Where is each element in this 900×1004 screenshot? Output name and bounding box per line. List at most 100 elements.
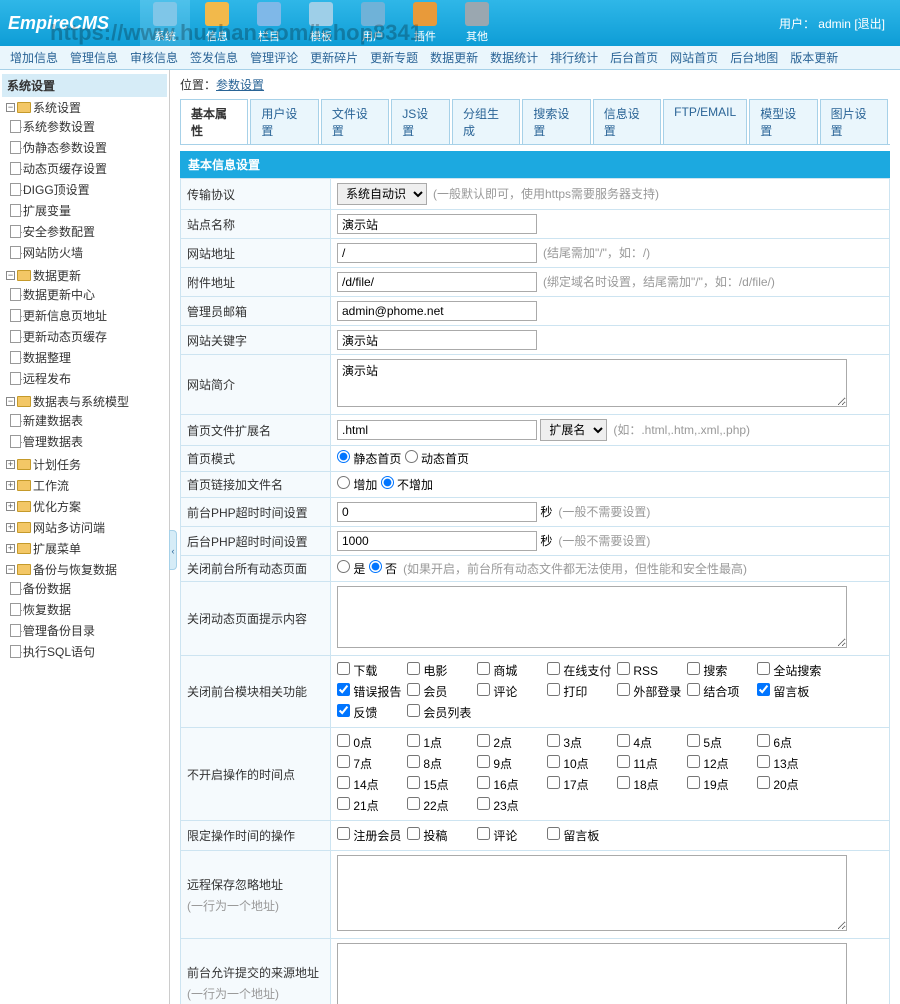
logout-link[interactable]: [退出] <box>854 17 885 31</box>
cb-mod-错误报告[interactable] <box>337 683 350 696</box>
tree-leaf-DIGG顶设置[interactable]: DIGG顶设置 <box>10 181 167 198</box>
cb-hour-1[interactable] <box>407 734 420 747</box>
secbar-后台地图[interactable]: 后台地图 <box>726 49 782 66</box>
secbar-增加信息[interactable]: 增加信息 <box>6 49 62 66</box>
tab-基本属性[interactable]: 基本属性 <box>180 99 248 144</box>
radio-yes[interactable] <box>337 560 350 573</box>
plus-icon[interactable]: + <box>6 460 15 469</box>
cb-mod-电影[interactable] <box>407 662 420 675</box>
cb-hour-10[interactable] <box>547 755 560 768</box>
cb-hour-2[interactable] <box>477 734 490 747</box>
secbar-排行统计[interactable]: 排行统计 <box>546 49 602 66</box>
cb-hour-21[interactable] <box>337 797 350 810</box>
tree-leaf-安全参数配置[interactable]: 安全参数配置 <box>10 223 167 240</box>
tab-文件设置[interactable]: 文件设置 <box>321 99 389 144</box>
tree-leaf-恢复数据[interactable]: 恢复数据 <box>10 601 167 618</box>
radio-static[interactable] <box>337 450 350 463</box>
secbar-版本更新[interactable]: 版本更新 <box>786 49 842 66</box>
cb-mod-反馈[interactable] <box>337 704 350 717</box>
tree-leaf-系统参数设置[interactable]: 系统参数设置 <box>10 118 167 135</box>
tab-JS设置[interactable]: JS设置 <box>391 99 450 144</box>
cb-mod-留言板[interactable] <box>757 683 770 696</box>
tree-leaf-伪静态参数设置[interactable]: 伪静态参数设置 <box>10 139 167 156</box>
cb-hour-15[interactable] <box>407 776 420 789</box>
input-sitename[interactable] <box>337 214 537 234</box>
secbar-数据统计[interactable]: 数据统计 <box>486 49 542 66</box>
top-icon-信息[interactable]: 信息 <box>192 0 242 48</box>
tree-group-数据更新[interactable]: −数据更新 <box>6 267 167 284</box>
cb-mod-下载[interactable] <box>337 662 350 675</box>
tree-group-扩展菜单[interactable]: +扩展菜单 <box>6 540 167 557</box>
cb-hour-12[interactable] <box>687 755 700 768</box>
cb-hour-7[interactable] <box>337 755 350 768</box>
user-name[interactable]: admin <box>818 17 851 31</box>
tree-leaf-更新信息页地址[interactable]: 更新信息页地址 <box>10 307 167 324</box>
cb-hour-0[interactable] <box>337 734 350 747</box>
tree-leaf-数据更新中心[interactable]: 数据更新中心 <box>10 286 167 303</box>
top-icon-插件[interactable]: 插件 <box>400 0 450 48</box>
tree-leaf-执行SQL语句[interactable]: 执行SQL语句 <box>10 643 167 660</box>
tree-leaf-远程发布[interactable]: 远程发布 <box>10 370 167 387</box>
cb-hour-23[interactable] <box>477 797 490 810</box>
tree-group-网站多访问端[interactable]: +网站多访问端 <box>6 519 167 536</box>
tree-group-工作流[interactable]: +工作流 <box>6 477 167 494</box>
cb-hour-13[interactable] <box>757 755 770 768</box>
textarea-intro[interactable]: 演示站 <box>337 359 847 407</box>
tree-group-系统设置[interactable]: −系统设置 <box>6 99 167 116</box>
tree-leaf-更新动态页缓存[interactable]: 更新动态页缓存 <box>10 328 167 345</box>
top-icon-用户[interactable]: 用户 <box>348 0 398 48</box>
tree-group-计划任务[interactable]: +计划任务 <box>6 456 167 473</box>
input-phptimef[interactable] <box>337 502 537 522</box>
tab-用户设置[interactable]: 用户设置 <box>250 99 318 144</box>
radio-dynamic[interactable] <box>405 450 418 463</box>
plus-icon[interactable]: + <box>6 481 15 490</box>
cb-hour-6[interactable] <box>757 734 770 747</box>
plus-icon[interactable]: + <box>6 523 15 532</box>
cb-hour-8[interactable] <box>407 755 420 768</box>
cb-limit-留言板[interactable] <box>547 827 560 840</box>
minus-icon[interactable]: − <box>6 103 15 112</box>
top-icon-系统[interactable]: 系统 <box>140 0 190 48</box>
cb-mod-搜索[interactable] <box>687 662 700 675</box>
cb-mod-会员[interactable] <box>407 683 420 696</box>
secbar-签发信息[interactable]: 签发信息 <box>186 49 242 66</box>
minus-icon[interactable]: − <box>6 397 15 406</box>
cb-hour-5[interactable] <box>687 734 700 747</box>
cb-mod-RSS[interactable] <box>617 662 630 675</box>
radio-no[interactable] <box>369 560 382 573</box>
cb-limit-评论[interactable] <box>477 827 490 840</box>
crumb-current[interactable]: 参数设置 <box>216 78 264 92</box>
cb-hour-11[interactable] <box>617 755 630 768</box>
select-indexext[interactable]: 扩展名 <box>540 419 607 441</box>
tree-group-数据表与系统模型[interactable]: −数据表与系统模型 <box>6 393 167 410</box>
input-fileurl[interactable] <box>337 272 537 292</box>
cb-hour-19[interactable] <box>687 776 700 789</box>
radio-noadd[interactable] <box>381 476 394 489</box>
cb-hour-14[interactable] <box>337 776 350 789</box>
minus-icon[interactable]: − <box>6 565 15 574</box>
input-siteurl[interactable] <box>337 243 537 263</box>
secbar-管理信息[interactable]: 管理信息 <box>66 49 122 66</box>
secbar-更新专题[interactable]: 更新专题 <box>366 49 422 66</box>
input-keywords[interactable] <box>337 330 537 350</box>
cb-mod-商城[interactable] <box>477 662 490 675</box>
input-indexext[interactable] <box>337 420 537 440</box>
tree-leaf-新建数据表[interactable]: 新建数据表 <box>10 412 167 429</box>
cb-hour-18[interactable] <box>617 776 630 789</box>
cb-limit-注册会员[interactable] <box>337 827 350 840</box>
cb-hour-3[interactable] <box>547 734 560 747</box>
select-protocol[interactable]: 系统自动识别 <box>337 183 427 205</box>
secbar-数据更新[interactable]: 数据更新 <box>426 49 482 66</box>
cb-mod-评论[interactable] <box>477 683 490 696</box>
secbar-后台首页[interactable]: 后台首页 <box>606 49 662 66</box>
cb-hour-16[interactable] <box>477 776 490 789</box>
cb-hour-9[interactable] <box>477 755 490 768</box>
cb-mod-外部登录[interactable] <box>617 683 630 696</box>
tree-leaf-数据整理[interactable]: 数据整理 <box>10 349 167 366</box>
secbar-网站首页[interactable]: 网站首页 <box>666 49 722 66</box>
minus-icon[interactable]: − <box>6 271 15 280</box>
plus-icon[interactable]: + <box>6 502 15 511</box>
tree-group-优化方案[interactable]: +优化方案 <box>6 498 167 515</box>
secbar-管理评论[interactable]: 管理评论 <box>246 49 302 66</box>
input-adminmail[interactable] <box>337 301 537 321</box>
